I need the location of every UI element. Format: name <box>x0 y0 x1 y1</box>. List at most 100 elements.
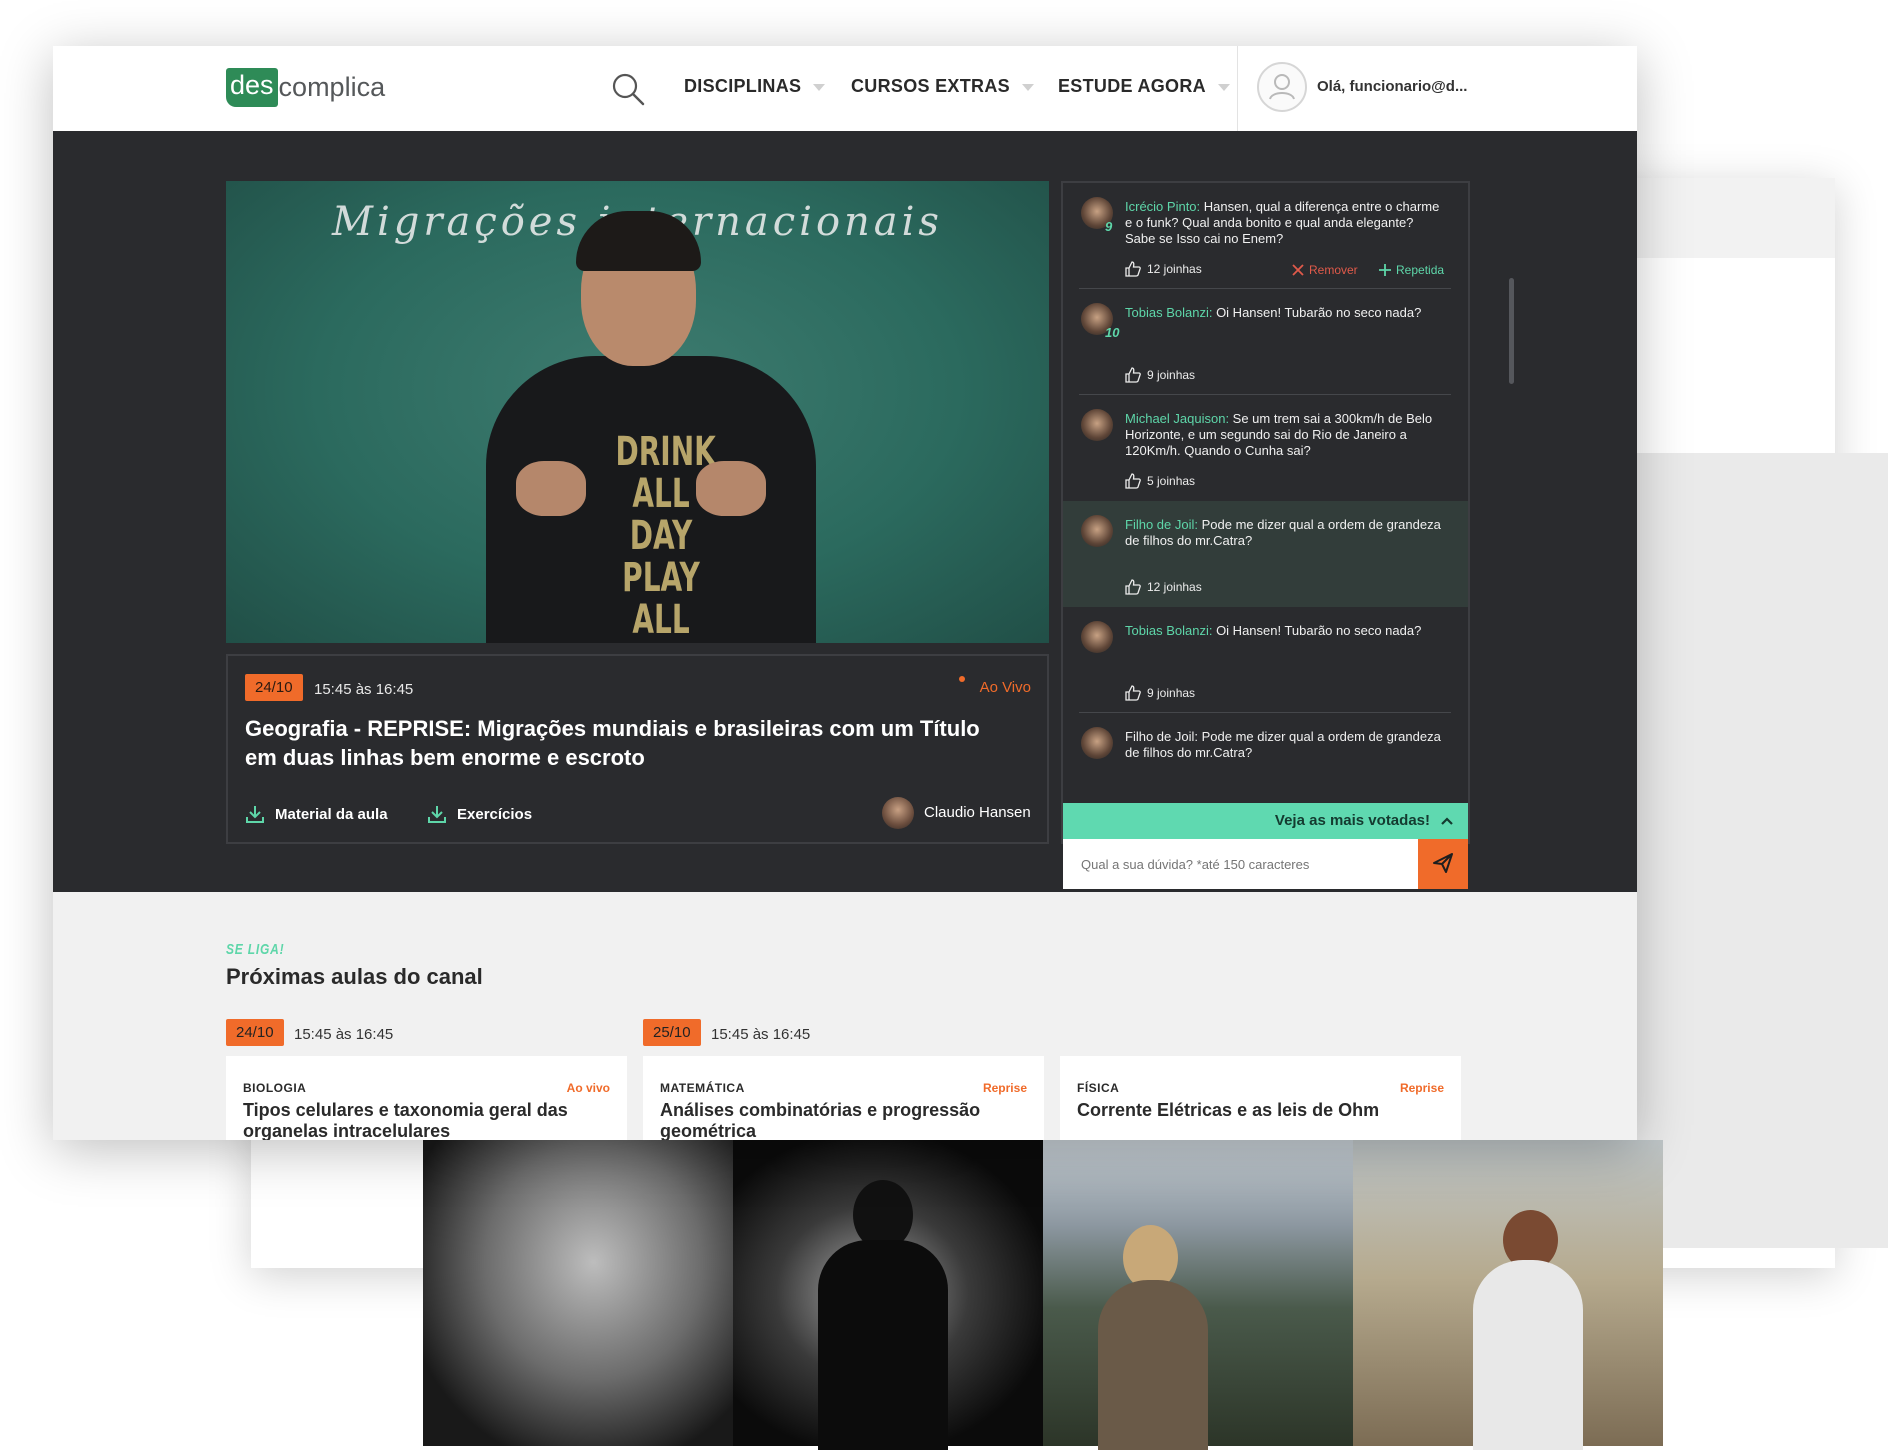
card-title: Tipos celulares e taxonomia geral das or… <box>243 1100 568 1140</box>
thumbs-up-icon <box>1125 367 1141 383</box>
chat-message-text: Tobias Bolanzi: Oi Hansen! Tubarão no se… <box>1125 623 1445 639</box>
thumbs-up-icon <box>1125 473 1141 489</box>
chat-author: Tobias Bolanzi: <box>1125 305 1213 320</box>
chat-message: Michael Jaquison: Se um trem sai a 300km… <box>1063 395 1468 501</box>
exercises-label: Exercícios <box>457 805 533 823</box>
header-divider <box>1237 46 1238 131</box>
nav-disciplinas[interactable]: DISCIPLINAS <box>684 76 826 97</box>
main-window: des complica DISCIPLINAS CURSOS EXTRAS E… <box>53 46 1637 1140</box>
chat-author: Filho de Joil: <box>1125 517 1198 532</box>
user-avatar[interactable] <box>1257 62 1307 112</box>
chat-message: 9 Icrécio Pinto: Hansen, qual a diferenç… <box>1063 183 1468 289</box>
like-count: 9 joinhas <box>1147 686 1196 700</box>
lesson-card[interactable]: BIOLOGIA Ao vivo Tipos celulares e taxon… <box>226 1056 627 1140</box>
live-dot-icon <box>959 676 965 682</box>
top-header: des complica DISCIPLINAS CURSOS EXTRAS E… <box>53 46 1637 131</box>
rank-badge: 10 <box>1105 325 1120 340</box>
repeated-button[interactable]: Repetida <box>1378 263 1444 277</box>
chat-avatar <box>1081 621 1113 653</box>
chat-avatar <box>1081 515 1113 547</box>
card-subject: BIOLOGIA <box>243 1081 307 1095</box>
photo-field <box>1353 1140 1663 1450</box>
chat-body: Oi Hansen! Tubarão no seco nada? <box>1212 623 1422 638</box>
card-title: Análises combinatórias e progressão geom… <box>660 1100 981 1140</box>
chat-author: Icrécio Pinto: <box>1125 199 1201 214</box>
card-subject: FÍSICA <box>1077 1081 1120 1095</box>
chevron-down-icon <box>1021 84 1034 91</box>
close-icon <box>1292 264 1304 276</box>
card-tag: Ao vivo <box>566 1081 610 1095</box>
logo-suffix: complica <box>278 71 386 102</box>
download-icon <box>428 806 446 823</box>
chat-body: Filho de Joil: Pode me dizer qual a orde… <box>1125 729 1441 760</box>
thumbs-up-icon <box>1125 685 1141 701</box>
like-count: 12 joinhas <box>1147 580 1202 594</box>
user-icon <box>1269 74 1295 100</box>
photo-silhouette <box>733 1140 1043 1450</box>
upcoming-date-badge: 24/10 <box>226 1019 284 1046</box>
teacher-shirt-print: DRINK ALL DAY PLAY ALL NIGHT <box>615 429 716 643</box>
logo-prefix: des <box>226 67 278 107</box>
most-voted-toggle[interactable]: Veja as mais votadas! <box>1063 803 1468 839</box>
section-title: Próximas aulas do canal <box>226 964 483 989</box>
upcoming-date-badge: 25/10 <box>643 1019 701 1046</box>
logo[interactable]: des complica <box>226 66 385 108</box>
chat-author: Tobias Bolanzi: <box>1125 623 1213 638</box>
questions-chat[interactable]: 9 Icrécio Pinto: Hansen, qual a diferenç… <box>1061 181 1470 844</box>
user-greeting[interactable]: Olá, funcionario@d... <box>1317 78 1467 95</box>
chat-message-text: Tobias Bolanzi: Oi Hansen! Tubarão no se… <box>1125 305 1445 321</box>
upcoming-time: 15:45 às 16:45 <box>294 1026 394 1043</box>
chat-body: Oi Hansen! Tubarão no seco nada? <box>1212 305 1422 320</box>
lesson-title: Geografia - REPRISE: Migrações mundiais … <box>245 716 980 770</box>
thumbs-up-icon <box>1125 261 1141 277</box>
video-player[interactable]: Migrações internacionais DRINK ALL DAY P… <box>226 181 1049 643</box>
background-side-image <box>1636 453 1888 1248</box>
card-subject: MATEMÁTICA <box>660 1081 745 1095</box>
chat-message-highlighted: Filho de Joil: Pode me dizer qual a orde… <box>1063 501 1468 607</box>
chevron-up-icon <box>1441 817 1453 825</box>
lesson-date-badge: 24/10 <box>245 674 303 701</box>
like-button[interactable]: 9 joinhas <box>1125 367 1195 383</box>
card-tag: Reprise <box>982 1081 1027 1095</box>
author-avatar <box>882 797 914 829</box>
lesson-time: 15:45 às 16:45 <box>314 681 414 698</box>
lesson-info-panel: 24/10 15:45 às 16:45 Ao Vivo Geografia -… <box>226 654 1049 844</box>
nav-cursos-extras-label: CURSOS EXTRAS <box>851 76 1010 96</box>
nav-cursos-extras[interactable]: CURSOS EXTRAS <box>851 76 1034 97</box>
rank-badge: 9 <box>1105 219 1113 234</box>
chat-message-text: Icrécio Pinto: Hansen, qual a diferença … <box>1125 199 1445 247</box>
chat-avatar <box>1081 727 1113 759</box>
like-count: 12 joinhas <box>1147 262 1202 276</box>
like-button[interactable]: 12 joinhas <box>1125 579 1202 595</box>
lesson-card[interactable]: MATEMÁTICA Reprise Análises combinatória… <box>643 1056 1044 1140</box>
send-button[interactable] <box>1418 839 1468 889</box>
chat-scrollbar[interactable] <box>1509 278 1514 384</box>
question-input[interactable] <box>1063 839 1418 889</box>
lesson-card[interactable]: FÍSICA Reprise Corrente Elétricas e as l… <box>1060 1056 1461 1140</box>
like-button[interactable]: 12 joinhas <box>1125 261 1202 277</box>
chevron-down-icon <box>1217 84 1230 91</box>
chat-author: Michael Jaquison: <box>1125 411 1230 426</box>
material-download-link[interactable]: Material da aula <box>245 804 388 824</box>
chat-avatar <box>1081 409 1113 441</box>
repeated-label: Repetida <box>1396 263 1445 277</box>
like-button[interactable]: 9 joinhas <box>1125 685 1195 701</box>
material-label: Material da aula <box>275 805 388 823</box>
plus-icon <box>1379 264 1391 276</box>
photo-old-man <box>423 1140 733 1446</box>
like-button[interactable]: 5 joinhas <box>1125 473 1195 489</box>
teacher-left-hand <box>516 461 586 516</box>
search-icon[interactable] <box>611 72 645 106</box>
card-title: Corrente Elétricas e as leis de Ohm <box>1077 1100 1380 1120</box>
remove-button[interactable]: Remover <box>1291 263 1358 277</box>
author-name[interactable]: Claudio Hansen <box>924 804 1031 821</box>
nav-estude-agora[interactable]: ESTUDE AGORA <box>1058 76 1230 97</box>
card-tag: Reprise <box>1399 1081 1444 1095</box>
exercises-download-link[interactable]: Exercícios <box>427 804 532 824</box>
like-count: 9 joinhas <box>1147 368 1196 382</box>
upcoming-time: 15:45 às 16:45 <box>711 1026 811 1043</box>
section-kicker: SE LIGA! <box>226 941 285 958</box>
chevron-down-icon <box>813 84 826 91</box>
teacher-right-hand <box>696 461 766 516</box>
chat-message-text: Filho de Joil: Pode me dizer qual a orde… <box>1125 729 1445 761</box>
